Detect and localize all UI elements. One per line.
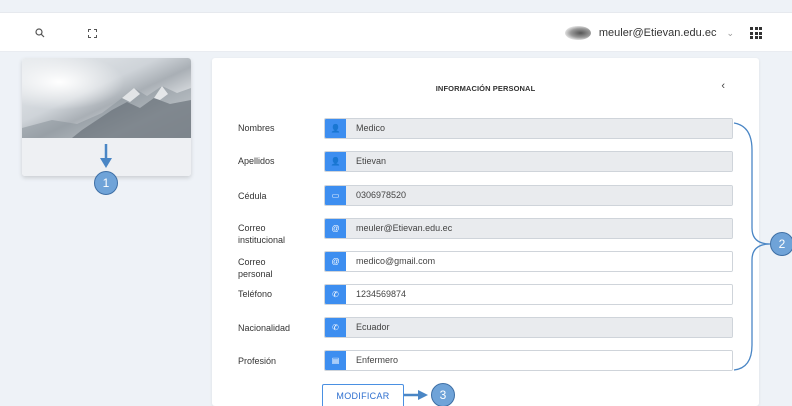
annotation-badge-1: 1 (94, 171, 118, 195)
annotation-badge-3: 3 (431, 383, 455, 406)
annotation-overlay (100, 122, 771, 400)
annotation-badge-2: 2 (770, 232, 792, 256)
